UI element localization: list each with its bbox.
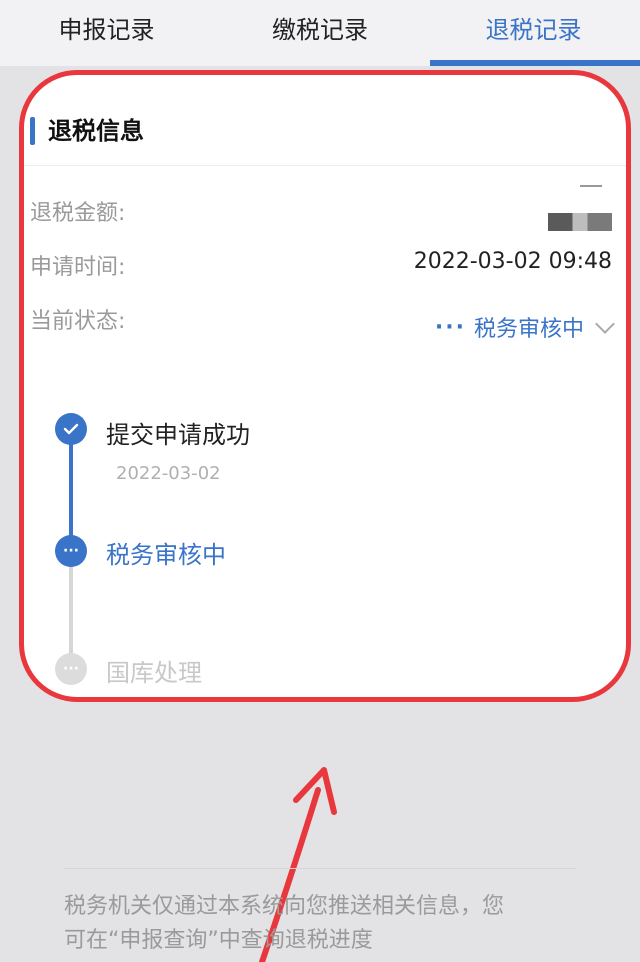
notice-line-2: 可在“申报查询”中查询退税进度 [64,928,373,953]
notice-line-1: 税务机关仅通过本系统向您推送相关信息，您 [64,894,505,919]
notice-text: 税务机关仅通过本系统向您推送相关信息，您 可在“申报查询”中查询退税进度 [64,890,594,958]
annotation-arrow-icon [259,767,337,962]
divider [64,868,576,869]
